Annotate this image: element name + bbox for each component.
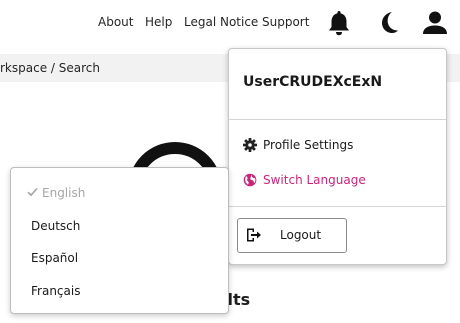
language-option-label: English bbox=[42, 186, 86, 200]
moon-icon[interactable] bbox=[373, 8, 403, 38]
language-dropdown: English Deutsch Español Français bbox=[10, 167, 229, 314]
profile-settings-item[interactable]: Profile Settings bbox=[243, 138, 353, 152]
language-option-english[interactable]: English bbox=[27, 186, 85, 200]
nav-support-link[interactable]: Support bbox=[262, 15, 309, 29]
switch-language-item[interactable]: Switch Language bbox=[243, 173, 366, 187]
language-option-label: Français bbox=[31, 284, 81, 298]
language-option-deutsch[interactable]: Deutsch bbox=[31, 219, 80, 233]
language-option-label: Deutsch bbox=[31, 219, 81, 233]
username-label: UserCRUDEXcExN bbox=[243, 74, 383, 90]
logout-button[interactable]: Logout bbox=[237, 218, 347, 253]
user-icon[interactable] bbox=[420, 8, 450, 38]
globe-icon bbox=[243, 173, 257, 187]
divider bbox=[229, 119, 446, 120]
nav-legal-notice-link[interactable]: Legal Notice bbox=[184, 15, 258, 29]
breadcrumb: rkspace / Search bbox=[0, 61, 100, 75]
user-menu-dropdown: UserCRUDEXcExN Profile Settings Switch L… bbox=[228, 48, 447, 265]
switch-language-label: Switch Language bbox=[263, 173, 366, 187]
nav-help-link[interactable]: Help bbox=[145, 15, 172, 29]
profile-settings-label: Profile Settings bbox=[263, 138, 354, 152]
logout-icon bbox=[246, 228, 262, 245]
bell-icon[interactable] bbox=[324, 8, 354, 38]
gear-icon bbox=[243, 138, 257, 152]
divider bbox=[229, 206, 446, 207]
top-bar: About Help Legal Notice Support bbox=[0, 0, 460, 50]
nav-about-link[interactable]: About bbox=[98, 15, 133, 29]
language-option-label: Español bbox=[31, 251, 79, 265]
logout-label: Logout bbox=[280, 228, 322, 242]
check-icon bbox=[27, 186, 38, 200]
language-option-francais[interactable]: Français bbox=[31, 284, 80, 298]
language-option-espanol[interactable]: Español bbox=[31, 251, 78, 265]
